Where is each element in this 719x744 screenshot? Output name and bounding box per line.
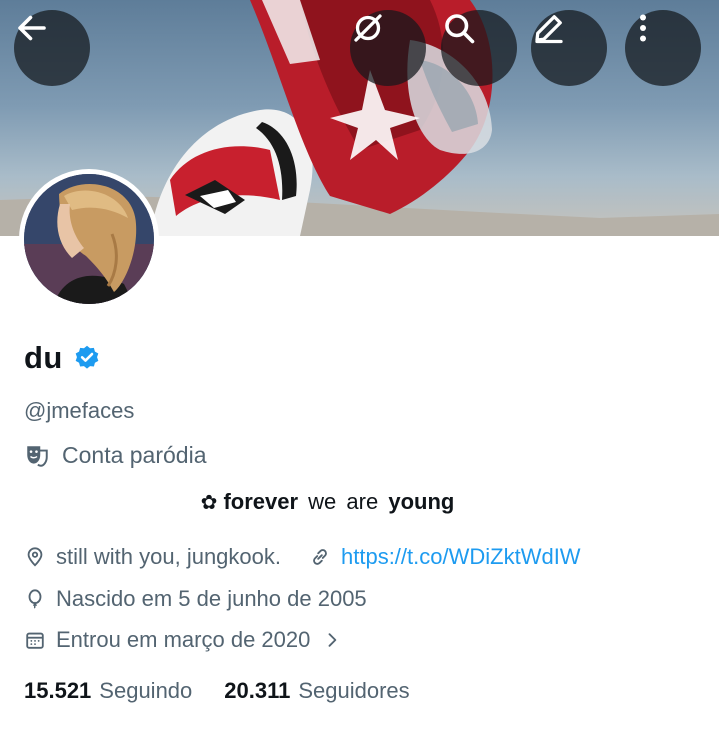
display-name: du (24, 340, 63, 375)
location-pin-icon (27, 547, 43, 567)
follow-stats: 15.521 Seguindo 20.311 Seguidores (24, 678, 442, 704)
search-button[interactable] (441, 10, 517, 86)
following-count[interactable]: 15.521 (24, 678, 91, 704)
bio-word: young (388, 489, 455, 514)
profile-bio: ✿ forever we are young (0, 489, 655, 515)
bio-word: we (308, 489, 337, 514)
chevron-right-icon (328, 633, 337, 647)
more-options-button[interactable] (625, 10, 701, 86)
followers-count[interactable]: 20.311 (224, 678, 290, 704)
edit-button[interactable] (531, 10, 607, 86)
search-icon (445, 14, 475, 44)
location-website-row: still with you, jungkook. https://t.co/W… (24, 544, 581, 570)
calendar-icon (26, 632, 44, 649)
theater-masks-icon (27, 445, 48, 467)
website-link[interactable]: https://t.co/WDiZktWdIW (341, 544, 581, 570)
avatar[interactable] (19, 169, 159, 309)
bio-word: are (346, 489, 379, 514)
link-icon (313, 549, 327, 565)
birthday-text: Nascido em 5 de junho de 2005 (56, 586, 367, 611)
more-vertical-icon (640, 14, 646, 42)
grok-button[interactable] (350, 10, 426, 86)
joined-text: Entrou em março de 2020 (56, 627, 311, 652)
parody-account-label[interactable]: Conta paródia (24, 442, 207, 469)
username-handle: @jmefaces (24, 398, 135, 423)
followers-label[interactable]: Seguidores (298, 678, 409, 704)
back-button[interactable] (14, 10, 90, 86)
balloon-icon (28, 589, 42, 609)
avatar-image (24, 174, 154, 304)
flower-icon: ✿ (200, 492, 218, 514)
joined-date-row[interactable]: Entrou em março de 2020 (24, 627, 352, 653)
profile-name-row: du (24, 340, 101, 376)
pencil-icon (535, 15, 563, 44)
verified-badge-icon[interactable] (73, 344, 101, 372)
following-label[interactable]: Seguindo (99, 678, 192, 704)
location-text: still with you, jungkook. (56, 544, 281, 569)
birthday-row: Nascido em 5 de junho de 2005 (24, 586, 367, 612)
arrow-left-icon (18, 15, 46, 41)
bio-word: forever (223, 489, 299, 514)
grok-icon (354, 14, 382, 42)
